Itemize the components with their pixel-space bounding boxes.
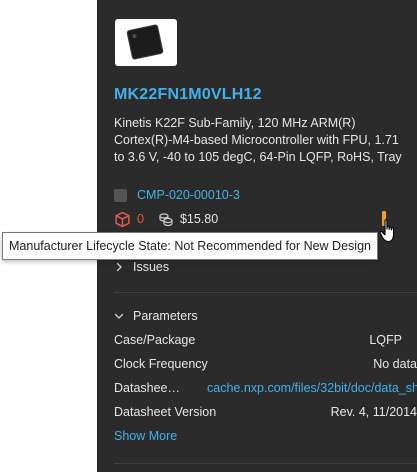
parameter-label: Case/Package <box>114 333 196 347</box>
section-divider <box>114 463 417 464</box>
parameter-label: Datashee… <box>114 381 181 395</box>
parameter-value: No data <box>373 357 417 371</box>
parameter-row: Case/Package LQFP <box>114 333 417 351</box>
part-number-link[interactable]: MK22FN1M0VLH12 <box>114 86 262 104</box>
component-id-row: CMP-020-00010-3 <box>114 187 240 203</box>
parameter-value: LQFP <box>369 333 402 347</box>
chevron-down-icon <box>114 313 124 319</box>
part-image <box>115 19 177 66</box>
parameter-value: Rev. 4, 11/2014 <box>330 405 417 419</box>
issues-section-toggle[interactable]: Issues <box>114 260 169 274</box>
chevron-right-icon <box>116 262 122 272</box>
parameter-row: Datashee… cache.nxp.com/files/32bit/doc/… <box>114 381 417 399</box>
component-id-link[interactable]: CMP-020-00010-3 <box>137 188 240 202</box>
parameter-row: Datasheet Version Rev. 4, 11/2014 <box>114 405 417 423</box>
parameter-row: Clock Frequency No data <box>114 357 417 375</box>
issues-label: Issues <box>133 260 170 274</box>
parameter-label: Clock Frequency <box>114 357 208 371</box>
chip-pin1-dot <box>132 33 137 39</box>
stock-count: 0 <box>137 212 144 226</box>
section-divider <box>114 292 417 293</box>
chip-graphic <box>127 25 163 59</box>
parameter-label: Datasheet Version <box>114 405 217 419</box>
stock-price-row: 0 $15.80 <box>114 210 218 228</box>
cube-icon <box>115 211 130 227</box>
datasheet-link[interactable]: cache.nxp.com/files/32bit/doc/data_sheet… <box>207 381 417 395</box>
part-description: Kinetis K22F Sub-Family, 120 MHz ARM(R) … <box>114 116 402 164</box>
lifecycle-tooltip: Manufacturer Lifecycle State: Not Recomm… <box>2 232 378 260</box>
parameters-label: Parameters <box>133 309 198 323</box>
unit-price: $15.80 <box>179 212 219 226</box>
hand-cursor-icon <box>379 219 395 243</box>
component-color-swatch <box>114 188 127 202</box>
parameters-section-toggle[interactable]: Parameters <box>114 309 198 323</box>
show-more-link[interactable]: Show More <box>114 429 177 443</box>
coins-icon <box>159 213 173 227</box>
